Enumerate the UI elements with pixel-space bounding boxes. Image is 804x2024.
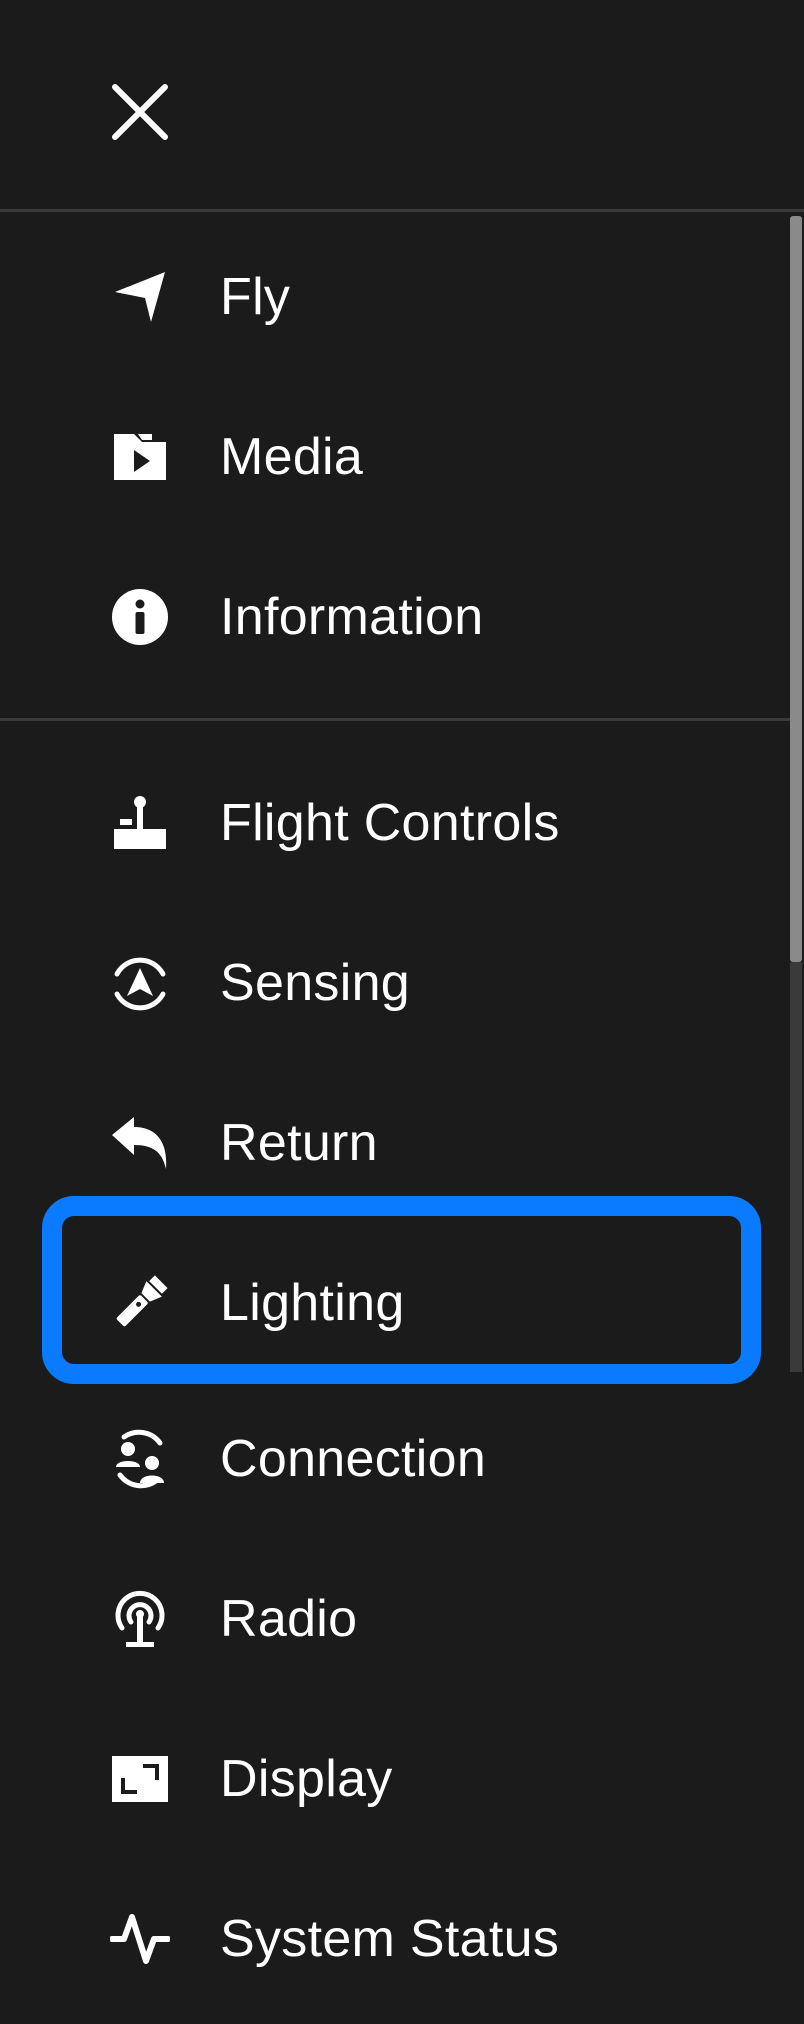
sensing-icon	[108, 951, 172, 1015]
menu-item-label: Return	[220, 1114, 378, 1172]
menu-item-label: Lighting	[220, 1274, 405, 1332]
media-folder-icon	[108, 425, 172, 489]
menu-header	[0, 0, 804, 212]
menu-divider	[0, 718, 790, 721]
menu-item-label: Fly	[220, 268, 291, 326]
menu-item-sensing[interactable]: Sensing	[0, 908, 790, 1058]
flashlight-icon	[108, 1271, 172, 1335]
menu-item-label: Sensing	[220, 954, 411, 1012]
activity-pulse-icon	[108, 1907, 172, 1971]
menu-item-label: Flight Controls	[220, 794, 560, 852]
close-icon	[111, 83, 169, 141]
menu-item-display[interactable]: Display	[0, 1704, 790, 1854]
menu-item-flight-controls[interactable]: Flight Controls	[0, 748, 790, 898]
radio-antenna-icon	[108, 1587, 172, 1651]
scrollbar-thumb[interactable]	[790, 216, 802, 962]
menu-item-label: Information	[220, 588, 484, 646]
navigation-arrow-icon	[108, 265, 172, 329]
info-icon	[108, 585, 172, 649]
close-button[interactable]	[108, 80, 172, 144]
menu-item-label: Media	[220, 428, 364, 486]
menu-item-label: System Status	[220, 1910, 560, 1968]
menu-item-label: Radio	[220, 1590, 358, 1648]
settings-menu: Fly Media Information Flight Controls Se…	[0, 212, 790, 2024]
menu-item-label: Display	[220, 1750, 393, 1808]
menu-item-label: Connection	[220, 1430, 487, 1488]
menu-item-connection[interactable]: Connection	[0, 1384, 790, 1534]
scrollbar-lower-track	[790, 962, 802, 1372]
joystick-icon	[108, 791, 172, 855]
display-icon	[108, 1747, 172, 1811]
menu-item-fly[interactable]: Fly	[0, 222, 790, 372]
menu-item-radio[interactable]: Radio	[0, 1544, 790, 1694]
connection-users-icon	[108, 1427, 172, 1491]
menu-item-lighting[interactable]: Lighting	[0, 1228, 790, 1378]
menu-item-media[interactable]: Media	[0, 382, 790, 532]
return-arrow-icon	[108, 1111, 172, 1175]
menu-item-information[interactable]: Information	[0, 542, 790, 692]
menu-item-system-status[interactable]: System Status	[0, 1864, 790, 2014]
menu-item-return[interactable]: Return	[0, 1068, 790, 1218]
